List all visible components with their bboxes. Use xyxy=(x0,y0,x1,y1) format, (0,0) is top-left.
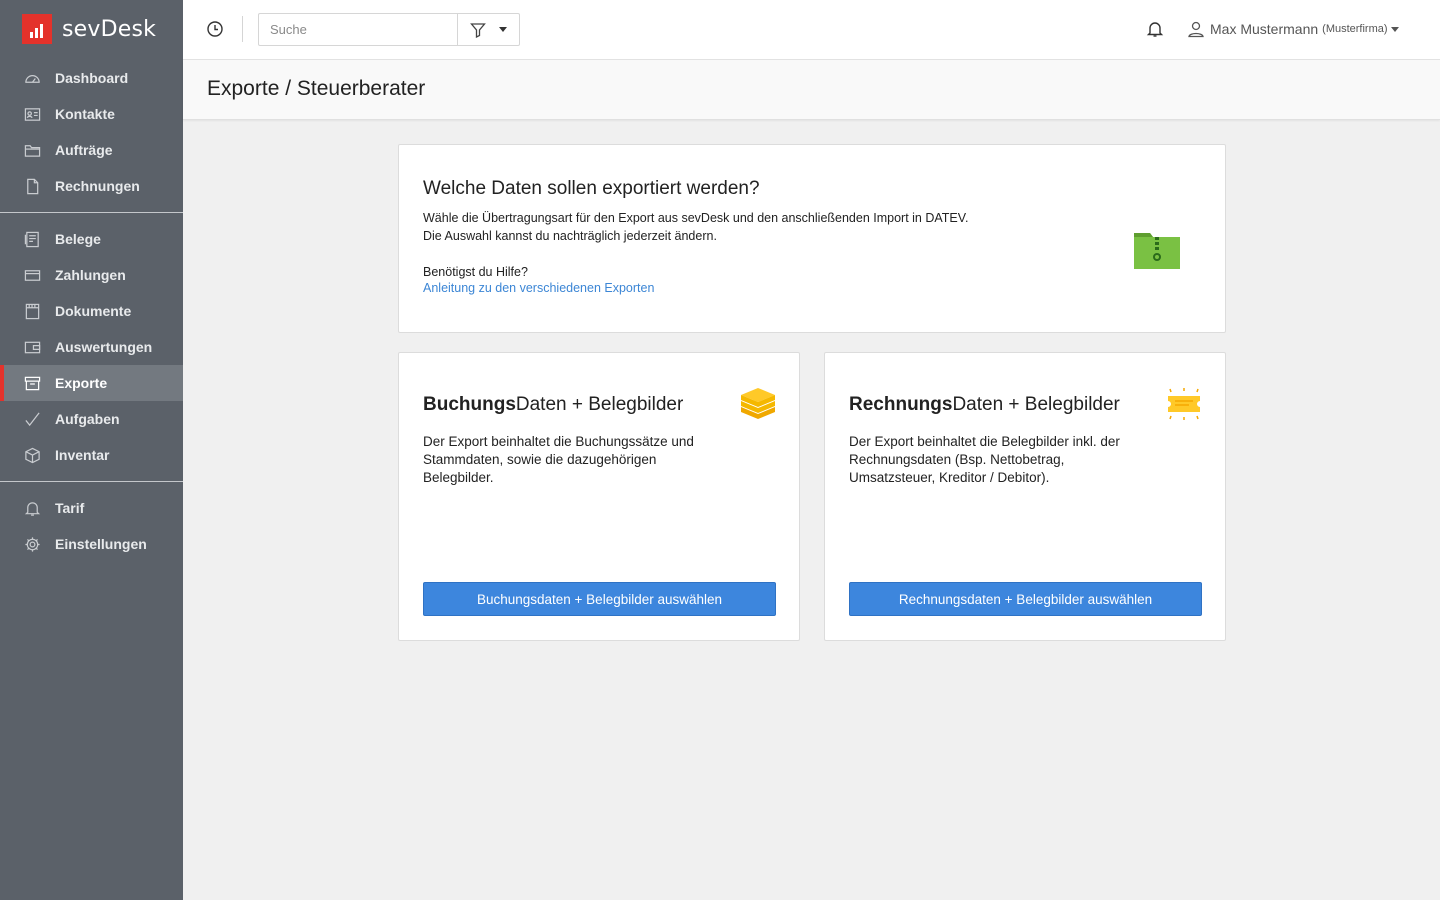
sidebar-item-belege[interactable]: Belege xyxy=(0,221,183,257)
wallet-icon xyxy=(23,338,41,356)
sidebar-divider xyxy=(0,481,183,482)
option-title: RechnungsDaten + Belegbilder xyxy=(849,394,1120,415)
search-input[interactable] xyxy=(259,14,458,45)
receipt-icon xyxy=(23,230,41,248)
sidebar-item-kontakte[interactable]: Kontakte xyxy=(0,96,183,132)
logo-icon xyxy=(22,14,52,44)
sidebar-item-label: Einstellungen xyxy=(55,536,147,552)
archive-box-icon xyxy=(23,374,41,392)
invoice-data-card: RechnungsDaten + Belegbilder Der Export … xyxy=(824,352,1226,641)
intro-line: Die Auswahl kannst du nachträglich jeder… xyxy=(423,229,717,243)
help-label: Benötigst du Hilfe? xyxy=(423,265,528,279)
sidebar: sevDesk Dashboard Kontakte Aufträge Rech… xyxy=(0,0,183,900)
bell-icon xyxy=(23,499,41,517)
clock-icon[interactable] xyxy=(206,20,224,38)
sidebar-item-aufgaben[interactable]: Aufgaben xyxy=(0,401,183,437)
gear-icon xyxy=(23,535,41,553)
sidebar-item-label: Tarif xyxy=(55,500,85,516)
user-icon xyxy=(1188,21,1204,38)
filter-dropdown-button[interactable] xyxy=(457,14,519,45)
intro-title: Welche Daten sollen exportiert werden? xyxy=(423,178,760,199)
sidebar-item-label: Rechnungen xyxy=(55,178,140,194)
zip-folder-icon xyxy=(1134,233,1180,269)
sidebar-item-auftraege[interactable]: Aufträge xyxy=(0,132,183,168)
sidebar-item-tarif[interactable]: Tarif xyxy=(0,490,183,526)
sidebar-divider xyxy=(0,212,183,213)
cube-icon xyxy=(23,446,41,464)
option-title: BuchungsDaten + Belegbilder xyxy=(423,394,684,415)
sidebar-item-dokumente[interactable]: Dokumente xyxy=(0,293,183,329)
option-description: Der Export beinhaltet die Belegbilder in… xyxy=(849,434,1120,485)
sidebar-item-label: Aufträge xyxy=(55,142,113,158)
booking-data-card: BuchungsDaten + Belegbilder Der Export b… xyxy=(398,352,800,641)
ticket-icon xyxy=(1168,388,1200,420)
sidebar-item-dashboard[interactable]: Dashboard xyxy=(0,60,183,96)
sidebar-nav: Dashboard Kontakte Aufträge Rechnungen B… xyxy=(0,60,183,562)
sidebar-item-label: Dashboard xyxy=(55,70,129,86)
intro-card: Welche Daten sollen exportiert werden? W… xyxy=(398,144,1226,333)
chevron-down-icon xyxy=(499,27,508,32)
film-document-icon xyxy=(23,302,41,320)
sidebar-item-exporte[interactable]: Exporte xyxy=(0,365,183,401)
option-description: Der Export beinhaltet die Buchungssätze … xyxy=(423,434,694,485)
select-invoice-data-button[interactable]: Rechnungsdaten + Belegbilder auswählen xyxy=(849,582,1202,616)
sidebar-item-rechnungen[interactable]: Rechnungen xyxy=(0,168,183,204)
sidebar-item-label: Dokumente xyxy=(55,303,132,319)
user-name: Max Mustermann xyxy=(1210,21,1319,37)
help-link[interactable]: Anleitung zu den verschiedenen Exporten xyxy=(423,281,654,295)
user-menu[interactable]: Max Mustermann (Musterfirma) xyxy=(1187,20,1399,38)
topbar-divider xyxy=(242,16,243,42)
page-title: Exporte / Steuerberater xyxy=(207,77,426,100)
checkmark-icon xyxy=(23,410,41,428)
logo-text: sevDesk xyxy=(62,16,157,42)
user-company: (Musterfirma) xyxy=(1322,23,1388,35)
sidebar-item-label: Auswertungen xyxy=(55,339,153,355)
intro-description: Wähle die Übertragungsart für den Export… xyxy=(423,209,968,245)
notification-bell-icon[interactable] xyxy=(1146,20,1164,38)
chevron-down-icon xyxy=(1390,26,1399,32)
gauge-icon xyxy=(23,69,41,87)
document-icon xyxy=(23,177,41,195)
folder-icon xyxy=(23,141,41,159)
topbar: Max Mustermann (Musterfirma) xyxy=(183,0,1440,60)
stack-icon xyxy=(741,388,775,419)
sidebar-item-label: Exporte xyxy=(55,375,108,391)
sidebar-item-zahlungen[interactable]: Zahlungen xyxy=(0,257,183,293)
sidebar-item-label: Belege xyxy=(55,231,101,247)
sidebar-item-label: Kontakte xyxy=(55,106,115,122)
sidebar-item-label: Aufgaben xyxy=(55,411,120,427)
contact-card-icon xyxy=(23,105,41,123)
credit-card-icon xyxy=(23,266,41,284)
logo[interactable]: sevDesk xyxy=(22,14,156,44)
sidebar-item-auswertungen[interactable]: Auswertungen xyxy=(0,329,183,365)
intro-line: Wähle die Übertragungsart für den Export… xyxy=(423,211,969,225)
filter-icon xyxy=(470,22,487,38)
sidebar-item-einstellungen[interactable]: Einstellungen xyxy=(0,526,183,562)
sidebar-item-label: Inventar xyxy=(55,447,110,463)
sidebar-item-label: Zahlungen xyxy=(55,267,126,283)
page-header: Exporte / Steuerberater xyxy=(183,60,1440,120)
sidebar-item-inventar[interactable]: Inventar xyxy=(0,437,183,473)
search-box xyxy=(258,13,520,46)
select-booking-data-button[interactable]: Buchungsdaten + Belegbilder auswählen xyxy=(423,582,776,616)
